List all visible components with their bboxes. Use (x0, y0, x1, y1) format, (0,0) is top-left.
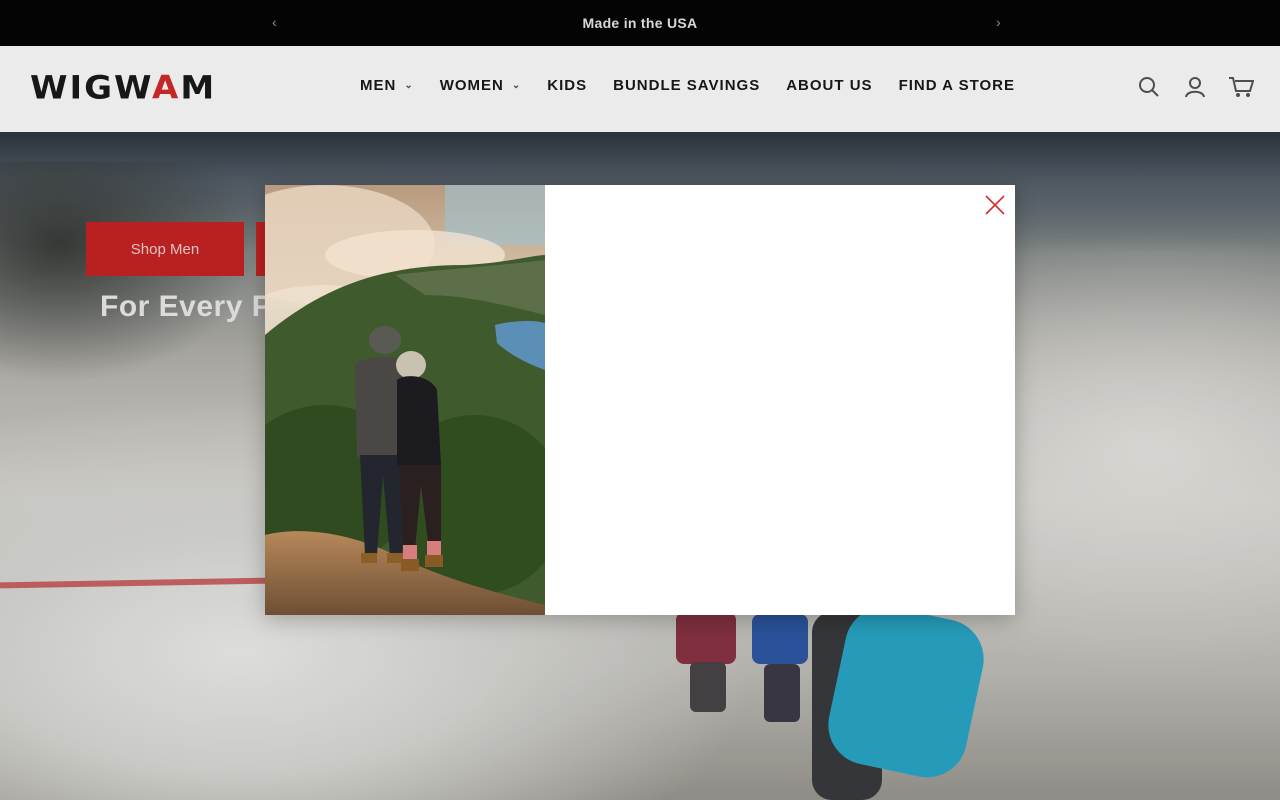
popup-modal (265, 185, 1015, 615)
modal-content (545, 185, 1015, 615)
modal-image (265, 185, 545, 615)
close-icon[interactable] (983, 193, 1007, 217)
